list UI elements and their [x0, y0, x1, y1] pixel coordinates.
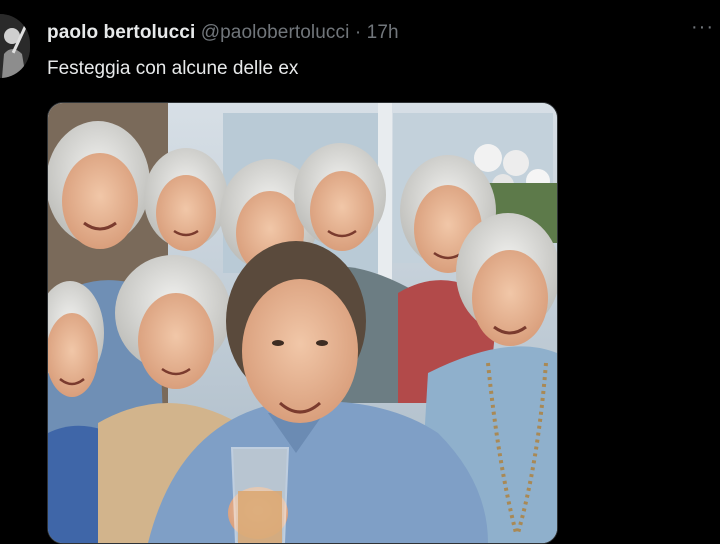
- more-horizontal-icon[interactable]: ···: [691, 16, 714, 39]
- tweet-media-photo[interactable]: [47, 102, 558, 544]
- timestamp[interactable]: 17h: [367, 22, 399, 43]
- tweet-header: paolo bertolucci @paolobertolucci · 17h: [47, 20, 399, 46]
- display-name[interactable]: paolo bertolucci: [47, 22, 195, 43]
- avatar[interactable]: [0, 14, 30, 78]
- dot-separator: ·: [354, 22, 362, 43]
- tweet-text: Festeggia con alcune delle ex: [47, 58, 299, 79]
- user-handle[interactable]: @paolobertolucci: [201, 22, 350, 43]
